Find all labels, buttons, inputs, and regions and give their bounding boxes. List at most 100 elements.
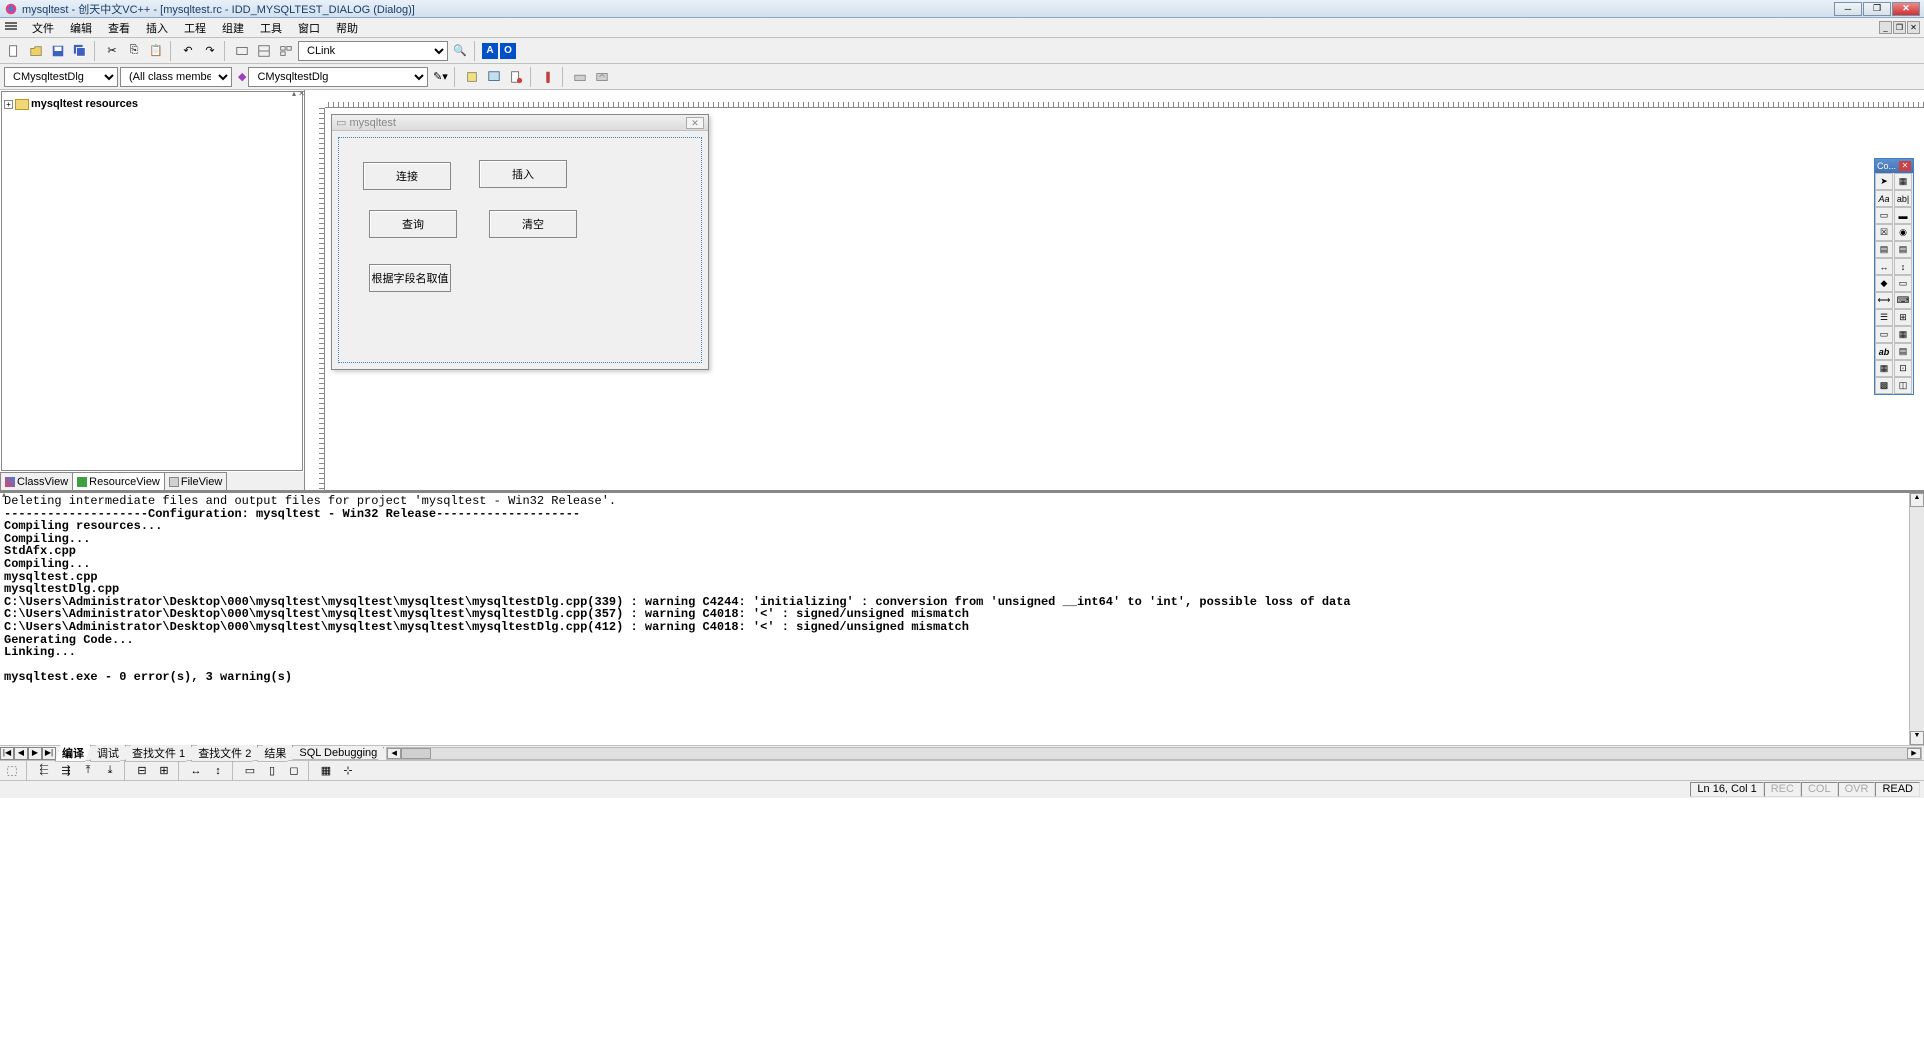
dialog-editor[interactable]: ▭ mysqltest ✕ 连接 插入 查询 清空 根据字段名取值 Co... …	[305, 90, 1924, 490]
month-tool-icon[interactable]: ▦	[1875, 360, 1893, 377]
breakpoint-button[interactable]	[538, 67, 558, 87]
pointer-tool-icon[interactable]: ➤	[1875, 173, 1893, 190]
listctrl-tool-icon[interactable]: ☰	[1875, 309, 1893, 326]
byfield-button[interactable]: 根据字段名取值	[369, 264, 451, 292]
menu-window[interactable]: 窗口	[290, 19, 328, 37]
spin-tool-icon[interactable]: ◆	[1875, 275, 1893, 292]
window-list-button[interactable]	[276, 41, 296, 61]
menu-edit[interactable]: 编辑	[62, 19, 100, 37]
menu-view[interactable]: 查看	[100, 19, 138, 37]
align-left-button[interactable]: ⬱	[34, 761, 54, 781]
new-class-button[interactable]	[462, 67, 482, 87]
class-select[interactable]: CMysqltestDlg	[4, 67, 118, 87]
test-dialog-button[interactable]	[2, 761, 22, 781]
static-text-tool-icon[interactable]: Aa	[1875, 190, 1893, 207]
hscroll-right-icon[interactable]: ▶	[1907, 748, 1921, 759]
maximize-button[interactable]: ❐	[1863, 2, 1891, 16]
output-tab-debug[interactable]: 调试	[90, 745, 126, 762]
menu-insert[interactable]: 插入	[138, 19, 176, 37]
same-width-button[interactable]: ▭	[240, 761, 260, 781]
ipaddr-tool-icon[interactable]: ⊡	[1894, 360, 1912, 377]
hotkey-tool-icon[interactable]: ⌨	[1894, 292, 1912, 309]
tab-nav-prev-icon[interactable]: ◀	[14, 747, 28, 760]
save-button[interactable]	[48, 41, 68, 61]
output-hscroll[interactable]: ◀ ▶	[386, 747, 1922, 760]
expand-icon[interactable]: +	[4, 100, 13, 109]
scroll-down-icon[interactable]: ▼	[1910, 731, 1924, 745]
tab-nav-first-icon[interactable]: |◀	[0, 747, 14, 760]
clear-button[interactable]: 清空	[489, 210, 577, 238]
richedit-tool-icon[interactable]: ab	[1875, 343, 1893, 360]
dialog-close-button[interactable]: ✕	[686, 117, 704, 129]
dialog-preview[interactable]: ▭ mysqltest ✕ 连接 插入 查询 清空 根据字段名取值	[331, 114, 709, 370]
system-menu-icon[interactable]	[4, 19, 18, 36]
member-filter-select[interactable]: (All class members)	[120, 67, 232, 87]
build-button[interactable]	[592, 67, 612, 87]
cut-button[interactable]: ✂	[102, 41, 122, 61]
align-bottom-button[interactable]: ⤓	[100, 761, 120, 781]
mdi-minimize-button[interactable]: _	[1879, 21, 1892, 34]
new-button[interactable]	[4, 41, 24, 61]
output-tab-find1[interactable]: 查找文件 1	[125, 745, 192, 762]
output-tab-find2[interactable]: 查找文件 2	[191, 745, 258, 762]
save-all-button[interactable]	[70, 41, 90, 61]
align-top-button[interactable]: ⤒	[78, 761, 98, 781]
workspace-button[interactable]	[232, 41, 252, 61]
close-button[interactable]: ✕	[1892, 2, 1920, 16]
tab-tool-icon[interactable]: ▭	[1875, 326, 1893, 343]
center-horz-button[interactable]: ⊞	[154, 761, 174, 781]
tab-fileview[interactable]: FileView	[164, 472, 227, 490]
output-handle-icon[interactable]: ▴	[2, 490, 6, 499]
toggle-guides-button[interactable]: ⊹	[338, 761, 358, 781]
query-button[interactable]: 查询	[369, 210, 457, 238]
scroll-track[interactable]	[1910, 507, 1924, 731]
o-button[interactable]: O	[500, 43, 516, 59]
controls-toolbox[interactable]: Co... ✕ ➤ ▦ Aa ab| ▭ ▬ ☒ ◉ ▤ ▤ ↔ ↕ ◆ ▭ ⟷…	[1874, 158, 1914, 395]
output-text[interactable]: Deleting intermediate files and output f…	[0, 493, 1909, 745]
config-select[interactable]: CLink	[298, 41, 448, 61]
paste-button[interactable]: 📋	[146, 41, 166, 61]
output-tab-results[interactable]: 结果	[257, 745, 293, 762]
edit-box-tool-icon[interactable]: ab|	[1894, 190, 1912, 207]
undo-button[interactable]: ↶	[178, 41, 198, 61]
picture-tool-icon[interactable]: ▦	[1894, 173, 1912, 190]
progress-tool-icon[interactable]: ▭	[1894, 275, 1912, 292]
redo-button[interactable]: ↷	[200, 41, 220, 61]
toolbox-close-button[interactable]: ✕	[1899, 161, 1911, 171]
center-vert-button[interactable]: ⊟	[132, 761, 152, 781]
copy-button[interactable]: ⎘	[124, 41, 144, 61]
connect-button[interactable]: 连接	[363, 162, 451, 190]
align-right-button[interactable]: ⇶	[56, 761, 76, 781]
compile-button[interactable]	[570, 67, 590, 87]
space-across-button[interactable]: ↔	[186, 761, 206, 781]
menu-tools[interactable]: 工具	[252, 19, 290, 37]
button-tool-icon[interactable]: ▬	[1894, 207, 1912, 224]
a-button[interactable]: A	[482, 43, 498, 59]
scroll-up-icon[interactable]: ▲	[1910, 493, 1924, 507]
panel-handle-icon[interactable]: ▴ ✕	[292, 89, 305, 98]
wizard-action-button[interactable]: ✎▾	[430, 67, 450, 87]
combo-tool-icon[interactable]: ▤	[1875, 241, 1893, 258]
animate-tool-icon[interactable]: ▦	[1894, 326, 1912, 343]
tab-classview[interactable]: ClassView	[0, 472, 73, 490]
output-tab-sql[interactable]: SQL Debugging	[292, 747, 384, 760]
custom-tool-icon[interactable]: ▩	[1875, 377, 1893, 394]
minimize-button[interactable]: ─	[1834, 2, 1862, 16]
open-button[interactable]	[26, 41, 46, 61]
extended-tool-icon[interactable]: ◫	[1894, 377, 1912, 394]
dialog-client-area[interactable]: 连接 插入 查询 清空 根据字段名取值	[338, 137, 702, 363]
radio-tool-icon[interactable]: ◉	[1894, 224, 1912, 241]
menu-project[interactable]: 工程	[176, 19, 214, 37]
space-down-button[interactable]: ↕	[208, 761, 228, 781]
hscroll-left-icon[interactable]: ◀	[387, 748, 401, 759]
toggle-grid-button[interactable]: ▦	[316, 761, 336, 781]
find-button[interactable]: 🔍	[450, 41, 470, 61]
mdi-restore-button[interactable]: ❐	[1893, 21, 1906, 34]
new-text-button[interactable]	[506, 67, 526, 87]
datetime-tool-icon[interactable]: ▤	[1894, 343, 1912, 360]
mdi-close-button[interactable]: ✕	[1907, 21, 1920, 34]
group-box-tool-icon[interactable]: ▭	[1875, 207, 1893, 224]
listbox-tool-icon[interactable]: ▤	[1894, 241, 1912, 258]
same-size-button[interactable]: ◻	[284, 761, 304, 781]
toolbox-title-bar[interactable]: Co... ✕	[1875, 159, 1913, 173]
